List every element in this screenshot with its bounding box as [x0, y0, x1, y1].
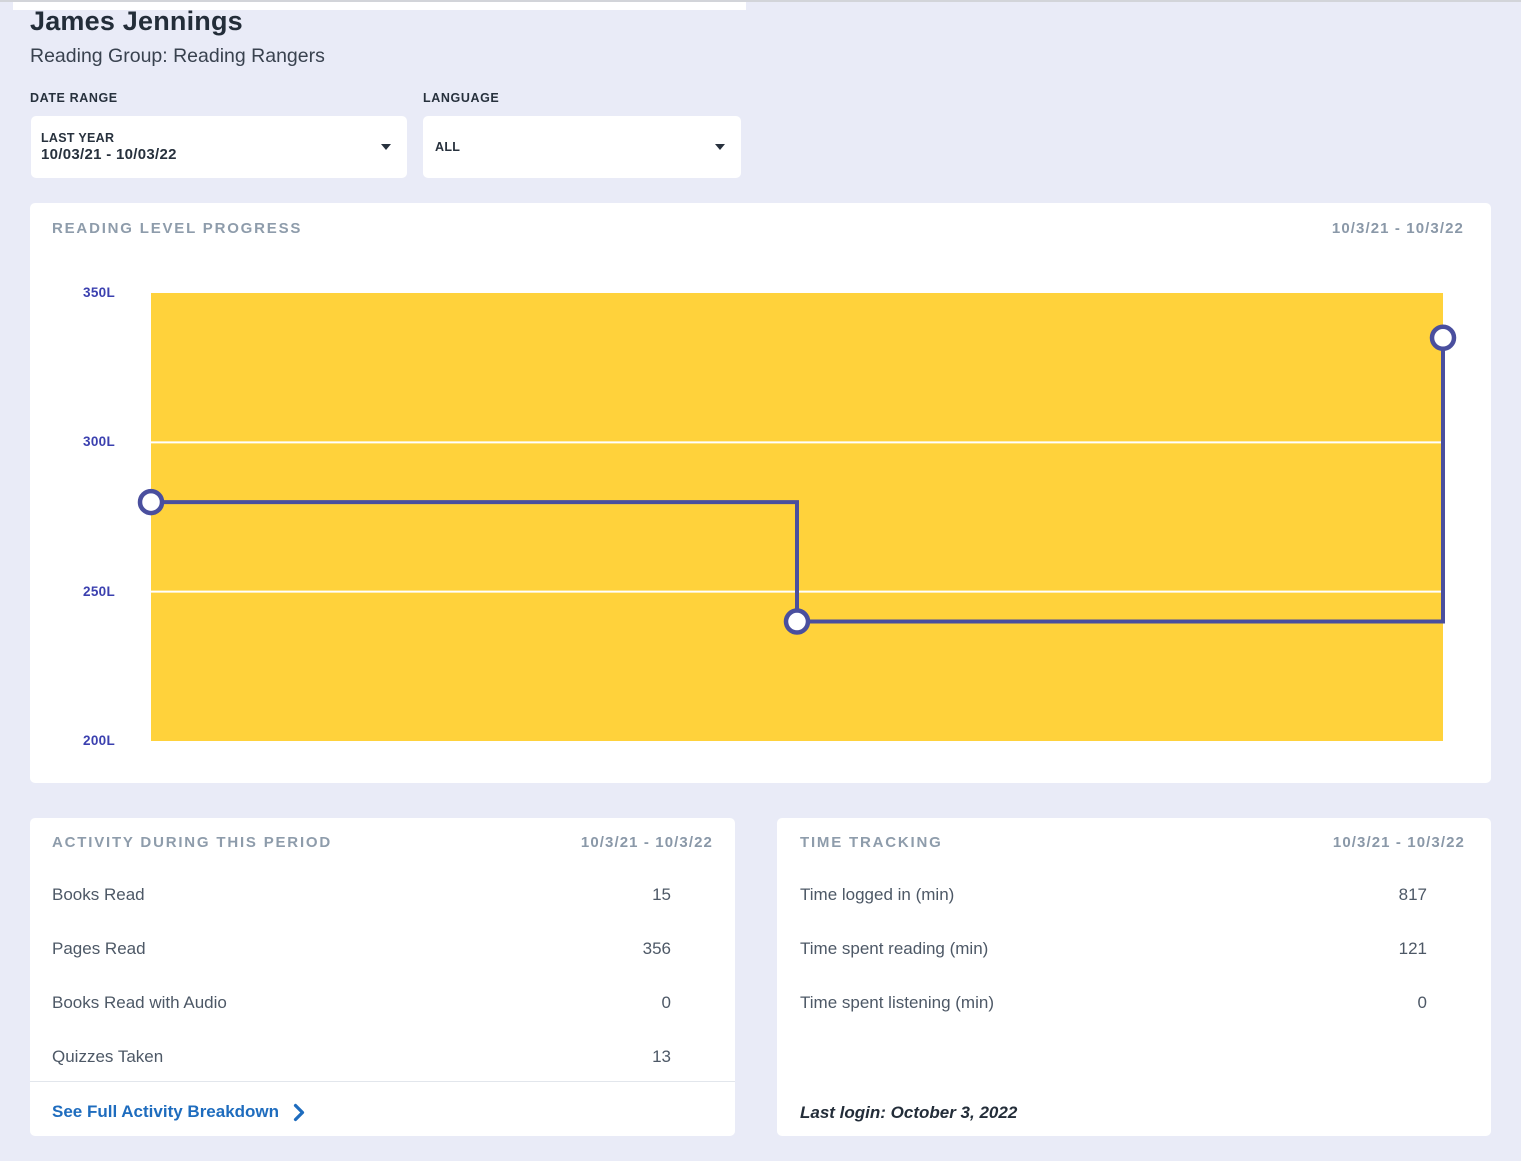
row-label: Time spent reading (min): [800, 939, 989, 958]
row-label: Books Read with Audio: [52, 993, 227, 1012]
row-value: 121: [1398, 939, 1427, 958]
data-point-marker[interactable]: [137, 488, 165, 516]
row-value: 13: [652, 1047, 671, 1066]
date-range-preset: LAST YEAR: [41, 131, 115, 145]
chart-card-date-range: 10/3/21 - 10/3/22: [1331, 220, 1464, 237]
row-value: 0: [1417, 993, 1427, 1012]
row-value: 15: [652, 885, 671, 904]
card-divider: [30, 1081, 735, 1082]
row-value: 0: [661, 993, 671, 1012]
see-full-activity-breakdown-link[interactable]: See Full Activity Breakdown: [52, 1094, 305, 1130]
activity-card-date-range: 10/3/21 - 10/3/22: [580, 834, 713, 851]
link-label: See Full Activity Breakdown: [52, 1102, 280, 1121]
row-label: Time spent listening (min): [800, 993, 994, 1012]
time-tracking-card: TIME TRACKING 10/3/21 - 10/3/22 Time log…: [777, 818, 1491, 1136]
time-rows: Time logged in (min) 817 Time spent read…: [800, 868, 1427, 1030]
table-row: Pages Read 356: [52, 922, 671, 976]
table-row: Books Read with Audio 0: [52, 976, 671, 1030]
y-axis-tick-label: 350L: [83, 285, 115, 300]
chart-card-title: READING LEVEL PROGRESS: [52, 220, 303, 237]
activity-card: ACTIVITY DURING THIS PERIOD 10/3/21 - 10…: [30, 818, 735, 1136]
date-range-dropdown[interactable]: LAST YEAR 10/03/21 - 10/03/22: [31, 116, 407, 178]
activity-card-title: ACTIVITY DURING THIS PERIOD: [52, 834, 333, 851]
chevron-down-icon: [381, 144, 391, 150]
y-axis-tick-label: 200L: [83, 733, 115, 748]
activity-rows: Books Read 15 Pages Read 356 Books Read …: [52, 868, 671, 1084]
data-point-marker[interactable]: [1429, 324, 1457, 352]
table-row: Quizzes Taken 13: [52, 1030, 671, 1084]
date-range-dates: 10/03/21 - 10/03/22: [41, 146, 177, 163]
table-row: Time spent listening (min) 0: [800, 976, 1427, 1030]
reading-level-chart-plot: [137, 293, 1457, 741]
language-selected-value: ALL: [435, 140, 461, 154]
last-login-text: Last login: October 3, 2022: [800, 1103, 1018, 1122]
table-row: Books Read 15: [52, 868, 671, 922]
language-dropdown[interactable]: ALL: [423, 116, 741, 178]
student-reading-report-page: James Jennings Reading Group: Reading Ra…: [0, 0, 1521, 1161]
row-label: Time logged in (min): [800, 885, 955, 904]
time-card-date-range: 10/3/21 - 10/3/22: [1332, 834, 1465, 851]
date-range-selected-value: LAST YEAR 10/03/21 - 10/03/22: [41, 130, 381, 164]
data-point-marker[interactable]: [783, 608, 811, 635]
reading-level-chart: 350L 300L 250L 200L: [30, 285, 1491, 748]
chevron-down-icon: [715, 144, 725, 150]
table-row: Time logged in (min) 817: [800, 868, 1427, 922]
table-row: Time spent reading (min) 121: [800, 922, 1427, 976]
y-axis-tick-label: 250L: [83, 583, 115, 599]
row-value: 356: [642, 939, 671, 958]
language-label: LANGUAGE: [423, 91, 500, 105]
reading-level-progress-card: READING LEVEL PROGRESS 10/3/21 - 10/3/22…: [30, 203, 1491, 783]
row-label: Books Read: [52, 885, 145, 904]
row-value: 817: [1398, 885, 1427, 904]
row-label: Quizzes Taken: [52, 1047, 164, 1066]
student-name: James Jennings: [30, 6, 243, 36]
time-card-title: TIME TRACKING: [800, 834, 943, 851]
row-label: Pages Read: [52, 939, 146, 958]
y-axis-tick-label: 300L: [83, 434, 115, 450]
date-range-label: DATE RANGE: [30, 91, 118, 105]
chevron-right-icon: [293, 1103, 305, 1121]
reading-group-subtitle: Reading Group: Reading Rangers: [30, 45, 325, 67]
